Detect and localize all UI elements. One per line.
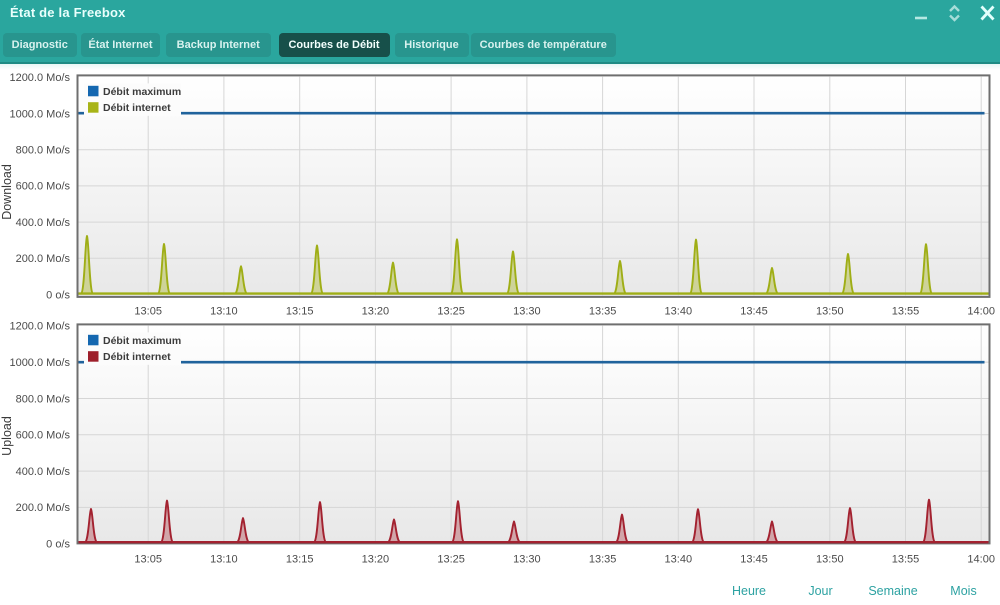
svg-text:13:40: 13:40 [665,306,693,318]
svg-text:13:20: 13:20 [362,306,390,318]
svg-text:Débit internet: Débit internet [103,351,171,363]
svg-text:600.0 Mo/s: 600.0 Mo/s [16,430,71,442]
svg-text:13:50: 13:50 [816,554,844,566]
svg-text:800.0 Mo/s: 800.0 Mo/s [16,145,71,157]
svg-text:13:45: 13:45 [740,306,768,318]
svg-text:13:30: 13:30 [513,554,541,566]
svg-text:400.0 Mo/s: 400.0 Mo/s [16,466,71,478]
svg-text:1000.0 Mo/s: 1000.0 Mo/s [9,108,70,120]
svg-text:13:40: 13:40 [665,554,693,566]
svg-text:13:10: 13:10 [210,554,238,566]
svg-text:200.0 Mo/s: 200.0 Mo/s [16,253,71,265]
svg-text:13:15: 13:15 [286,306,314,318]
svg-text:600.0 Mo/s: 600.0 Mo/s [16,181,71,193]
svg-text:Mois: Mois [950,584,976,598]
svg-text:13:55: 13:55 [892,306,920,318]
svg-text:13:50: 13:50 [816,306,844,318]
svg-text:Heure: Heure [732,584,766,598]
svg-text:400.0 Mo/s: 400.0 Mo/s [16,217,71,229]
svg-text:0 o/s: 0 o/s [46,289,70,301]
svg-text:13:10: 13:10 [210,306,238,318]
svg-text:13:30: 13:30 [513,306,541,318]
svg-text:13:20: 13:20 [362,554,390,566]
svg-text:13:15: 13:15 [286,554,314,566]
svg-text:13:25: 13:25 [437,554,465,566]
svg-text:1000.0 Mo/s: 1000.0 Mo/s [9,357,70,369]
svg-text:Débit internet: Débit internet [103,102,171,114]
svg-text:Upload: Upload [0,416,14,456]
svg-text:13:45: 13:45 [740,554,768,566]
svg-text:13:55: 13:55 [892,554,920,566]
svg-text:Débit maximum: Débit maximum [103,86,181,98]
svg-text:0 o/s: 0 o/s [46,539,70,551]
svg-text:13:35: 13:35 [589,554,617,566]
svg-text:Débit maximum: Débit maximum [103,335,181,347]
svg-text:Jour: Jour [808,584,832,598]
svg-text:800.0 Mo/s: 800.0 Mo/s [16,393,71,405]
svg-text:13:25: 13:25 [437,306,465,318]
svg-text:Download: Download [0,164,14,220]
svg-text:200.0 Mo/s: 200.0 Mo/s [16,502,71,514]
svg-text:14:00: 14:00 [967,306,995,318]
svg-text:1200.0 Mo/s: 1200.0 Mo/s [9,72,70,84]
svg-text:13:05: 13:05 [134,306,162,318]
svg-text:14:00: 14:00 [967,554,995,566]
svg-text:Semaine: Semaine [868,584,917,598]
svg-text:13:35: 13:35 [589,306,617,318]
svg-text:13:05: 13:05 [134,554,162,566]
svg-text:1200.0 Mo/s: 1200.0 Mo/s [9,321,70,333]
